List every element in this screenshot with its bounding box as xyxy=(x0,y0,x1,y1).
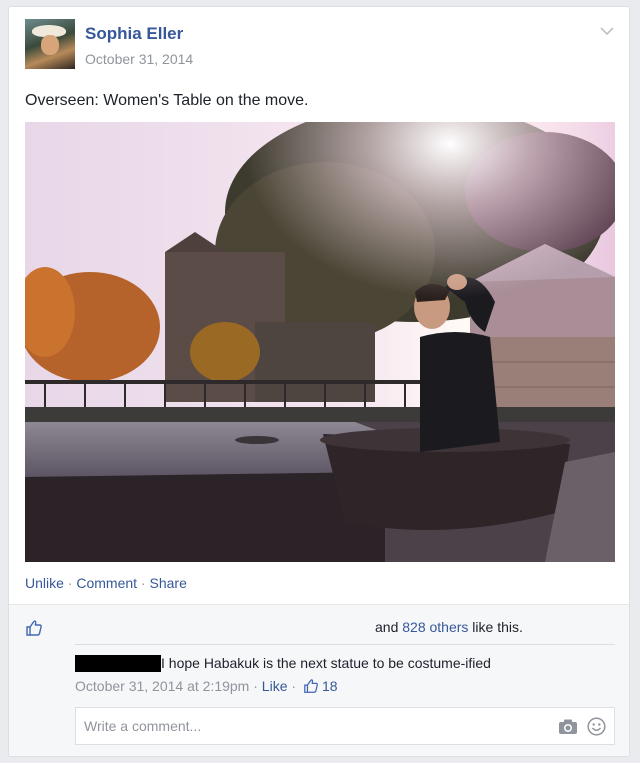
comment-meta: October 31, 2014 at 2:19pm · Like · 18 xyxy=(75,678,338,694)
likes-summary: and 828 others like this. xyxy=(375,619,523,635)
likes-suffix: like this. xyxy=(468,619,523,635)
comment-input[interactable]: Write a comment... xyxy=(84,718,201,734)
author-name[interactable]: Sophia Eller xyxy=(85,24,183,44)
comment-composer[interactable]: Write a comment... xyxy=(75,707,615,745)
camera-icon[interactable] xyxy=(558,718,578,735)
smiley-icon[interactable] xyxy=(587,717,606,736)
thumbs-up-icon xyxy=(26,620,42,636)
post-card: Sophia Eller October 31, 2014 Overseen: … xyxy=(8,6,630,757)
unlike-link[interactable]: Unlike xyxy=(25,575,64,591)
comment-divider xyxy=(75,644,615,645)
avatar[interactable] xyxy=(25,19,75,69)
comment-link[interactable]: Comment xyxy=(76,575,137,591)
comment-timestamp[interactable]: October 31, 2014 at 2:19pm xyxy=(75,678,249,694)
post-photo[interactable] xyxy=(25,122,615,562)
post-text: Overseen: Women's Table on the move. xyxy=(25,92,309,109)
redacted-commenter-name xyxy=(75,655,161,672)
likes-prefix: and xyxy=(375,619,403,635)
thumbs-up-icon[interactable] xyxy=(303,678,319,694)
post-date[interactable]: October 31, 2014 xyxy=(85,51,193,67)
comment-text: I hope Habakuk is the next statue to be … xyxy=(161,655,491,671)
likes-others-link[interactable]: 828 others xyxy=(402,619,468,635)
share-link[interactable]: Share xyxy=(150,575,187,591)
action-separator: · xyxy=(137,575,150,591)
comment-like-count[interactable]: 18 xyxy=(322,678,338,694)
avatar-face xyxy=(41,35,59,55)
comment-like-link[interactable]: Like xyxy=(262,678,288,694)
post-actions: Unlike · Comment · Share xyxy=(25,575,187,591)
chevron-down-icon[interactable] xyxy=(599,25,615,37)
photo-scene xyxy=(25,122,615,562)
action-separator: · xyxy=(63,575,77,591)
meta-separator: · xyxy=(249,678,262,694)
meta-separator: · xyxy=(287,678,300,694)
